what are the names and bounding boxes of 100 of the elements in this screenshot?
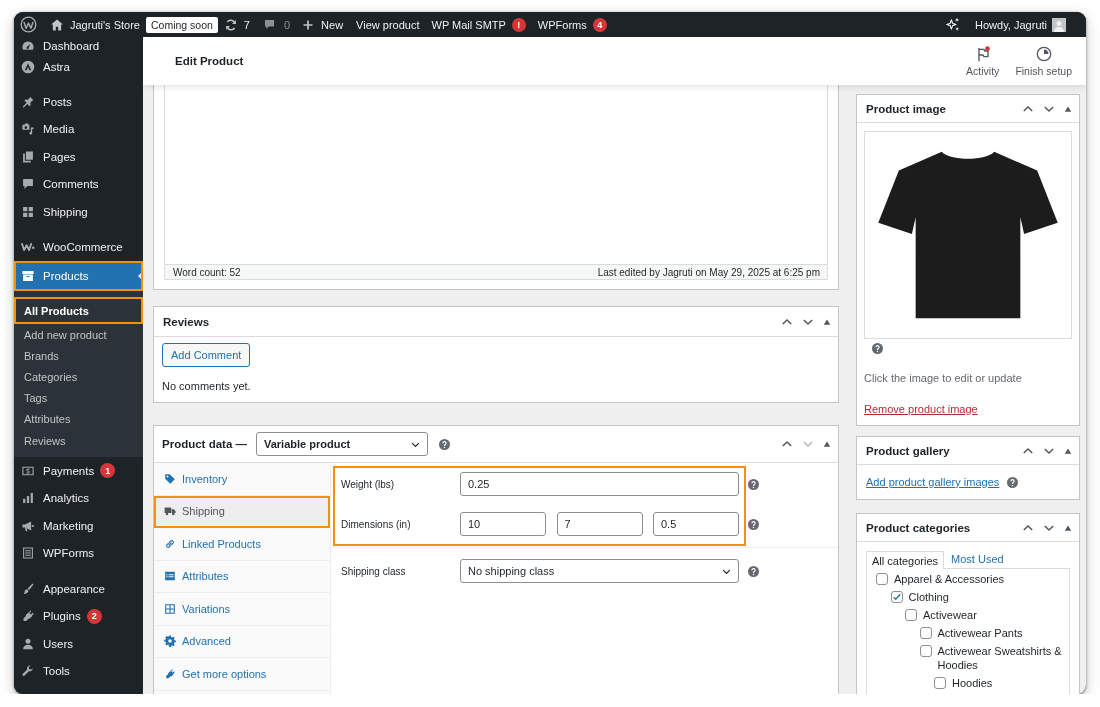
speech-bubble-icon xyxy=(262,18,276,31)
dimension-input[interactable]: 7 xyxy=(556,512,643,536)
submenu-item[interactable]: Brands xyxy=(14,345,143,367)
menu-item[interactable]: Comments xyxy=(14,170,143,198)
page-title: Edit Product xyxy=(175,55,244,67)
toolbar-link[interactable]: View product xyxy=(356,12,420,37)
submenu-item[interactable]: Tags xyxy=(14,387,143,409)
list-icon xyxy=(164,570,176,583)
menu-item[interactable]: WPForms xyxy=(14,539,143,568)
category-tab[interactable]: All categories xyxy=(866,551,945,569)
menu-item[interactable]: Payments 1 xyxy=(14,457,143,485)
submenu-item[interactable]: Add new product xyxy=(14,324,143,346)
checkbox[interactable] xyxy=(919,645,932,657)
help-icon xyxy=(1007,477,1019,488)
category-label: Hoodies xyxy=(952,676,993,690)
product-data-tab[interactable]: Advanced xyxy=(154,625,330,658)
menu-item[interactable]: Pages xyxy=(14,143,143,171)
product-data-tab[interactable]: Linked Products xyxy=(154,528,330,561)
gear-icon xyxy=(164,635,176,648)
add-gallery-images-link[interactable]: Add product gallery images xyxy=(866,476,1000,489)
header-action-button[interactable]: Finish setup xyxy=(1007,45,1080,77)
word-count: Word count: 52 xyxy=(173,266,241,278)
menu-item[interactable]: Shipping xyxy=(14,198,143,226)
product-data-tab[interactable]: Variations xyxy=(154,593,330,626)
help-icon xyxy=(748,518,759,530)
product-data-tab[interactable]: Shipping xyxy=(154,495,330,528)
pin-icon xyxy=(21,94,35,109)
submenu-item[interactable]: Reviews xyxy=(14,429,143,452)
wrench-icon xyxy=(21,664,35,679)
category-label: Apparel & Accessories xyxy=(894,572,1005,586)
remove-image-link[interactable]: Remove product image xyxy=(864,403,978,416)
count-badge: ! xyxy=(511,17,526,32)
submenu-item[interactable]: All Products xyxy=(14,297,143,324)
status-badge: Coming soon xyxy=(145,16,218,33)
menu-item[interactable]: Products xyxy=(14,261,143,291)
menu-item[interactable]: Dashboard xyxy=(14,37,143,54)
triangle-up-icon[interactable] xyxy=(1064,104,1072,113)
image-hint: Click the image to edit or update xyxy=(864,372,1023,385)
link-icon xyxy=(164,537,176,550)
menu-item[interactable]: Tools xyxy=(14,657,143,686)
toolbar-link[interactable]: WP Mail SMTP ! xyxy=(431,12,526,37)
product-type-select[interactable]: Variable product xyxy=(256,432,428,456)
menu-item[interactable]: Posts xyxy=(14,88,143,116)
checkbox[interactable] xyxy=(905,609,917,621)
triangle-up-icon[interactable] xyxy=(823,440,831,448)
updates-link[interactable]: 7 xyxy=(223,12,250,37)
menu-item[interactable]: Appearance xyxy=(14,575,143,603)
count-badge: 4 xyxy=(592,17,607,32)
menu-item[interactable]: Marketing xyxy=(14,512,143,540)
comments-link[interactable]: 0 xyxy=(262,12,291,37)
menu-item[interactable]: Astra xyxy=(14,54,143,80)
category-tab[interactable]: Most Used xyxy=(946,550,1009,568)
a-logo-icon xyxy=(21,60,35,74)
product-data-tab[interactable]: Get more options xyxy=(154,658,330,691)
product-data-tab[interactable]: Inventory xyxy=(154,463,330,496)
submenu-item[interactable]: Attributes xyxy=(14,408,143,430)
truck-icon xyxy=(164,505,176,518)
bar-chart-icon xyxy=(21,491,35,506)
paintbrush-icon xyxy=(21,581,35,596)
tshirt-photo[interactable] xyxy=(864,131,1072,339)
add-comment-button[interactable]: Add Comment xyxy=(162,343,251,367)
triangle-up-icon[interactable] xyxy=(1064,523,1072,532)
plus-icon xyxy=(302,18,315,31)
header-action-button[interactable]: Activity xyxy=(958,45,1008,77)
menu-item[interactable]: Media xyxy=(14,115,143,143)
shipping-class-select[interactable]: No shipping class xyxy=(460,559,739,583)
dimension-input[interactable]: 0.5 xyxy=(653,512,739,536)
site-link[interactable]: Jagruti's Store xyxy=(50,12,140,37)
panel-title: Product image xyxy=(866,102,947,115)
submenu-item[interactable]: Categories xyxy=(14,366,143,388)
menu-item[interactable]: Plugins 2 xyxy=(14,602,143,631)
checkbox[interactable] xyxy=(876,573,888,585)
triangle-up-icon[interactable] xyxy=(1064,446,1072,455)
help-icon xyxy=(872,343,883,354)
toolbar-link[interactable]: WPForms 4 xyxy=(537,12,607,37)
pages-icon xyxy=(21,149,35,164)
panel-title: Product data — xyxy=(162,438,247,450)
field-label: Shipping class xyxy=(341,565,407,577)
account-link[interactable]: Howdy, Jagruti xyxy=(975,12,1066,37)
checkbox[interactable] xyxy=(934,677,946,689)
weight-input[interactable]: 0.25 xyxy=(460,472,739,496)
triangle-up-icon[interactable] xyxy=(823,317,831,326)
category-label: Clothing xyxy=(908,590,949,604)
home-icon xyxy=(50,17,64,32)
help-icon xyxy=(748,565,759,577)
menu-item[interactable]: WooCommerce xyxy=(14,233,143,261)
category-label: Activewear xyxy=(923,608,977,622)
menu-item[interactable]: Users xyxy=(14,630,143,658)
checkbox[interactable] xyxy=(919,627,932,639)
archive-box-icon xyxy=(21,269,35,283)
panel-title: Reviews xyxy=(163,315,211,328)
menu-item[interactable]: Analytics xyxy=(14,484,143,513)
circle-logo-icon[interactable] xyxy=(20,16,37,33)
media-icon xyxy=(21,122,35,137)
plug-icon xyxy=(164,667,176,680)
product-data-tab[interactable]: Attributes xyxy=(154,560,330,593)
checkmark-icon xyxy=(891,592,902,602)
new-link[interactable]: New xyxy=(302,12,344,37)
dimension-input[interactable]: 10 xyxy=(460,512,546,536)
checkbox[interactable] xyxy=(890,591,903,603)
